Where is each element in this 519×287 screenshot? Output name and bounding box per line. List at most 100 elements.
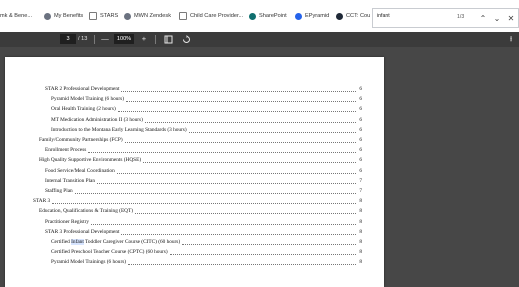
find-close-button[interactable]: ✕ — [505, 12, 517, 24]
find-match-count: 1/3 — [457, 14, 465, 20]
toc-entry-page: 8 — [359, 249, 362, 256]
close-icon: ✕ — [507, 13, 515, 23]
toc-entry-page: 7 — [359, 188, 362, 194]
toc-entry-page: 6 — [359, 116, 362, 123]
toc-dot-leader — [121, 233, 356, 235]
toc-entry-title: Internal Transition Plan — [45, 177, 96, 184]
bookmark-benefits-link[interactable]: mk & Bene... — [0, 9, 32, 23]
toc-dot-leader — [182, 244, 356, 245]
toc-dot-leader — [143, 162, 356, 164]
toc-entry-title: Introduction to the Montana Early Learni… — [51, 126, 187, 133]
toc-entry-title: High Quality Supportive Environments (HQ… — [39, 157, 142, 164]
toc-entry-title: Family/Community Partnerships (FCP) — [39, 137, 123, 143]
toc-entry[interactable]: Pyramid Model Trainings (6 hours) 8 — [5, 257, 384, 268]
star-icon — [89, 12, 97, 20]
find-bar: infant 1/3 ⌃ ⌄ ✕ — [372, 8, 519, 28]
toc-entry-page: 6 — [359, 157, 362, 164]
pdf-page: STAR 2 Professional Development 6 Pyramid … — [5, 57, 384, 287]
bookmark-label: SharePoint — [259, 13, 287, 19]
zendesk-icon — [124, 12, 131, 20]
sharepoint-icon — [249, 12, 256, 20]
toc-dot-leader — [125, 142, 356, 143]
toc-dot-leader — [97, 182, 356, 184]
toc-entry-page: 8 — [359, 228, 362, 235]
toc-entry-title: Pyramid Model Training (6 hours) — [51, 96, 124, 103]
toc-entry-title: STAR 3 — [33, 198, 51, 205]
toc-entry-page: 6 — [359, 86, 362, 92]
toc-entry-page: 6 — [359, 96, 362, 103]
toc-dot-leader — [75, 193, 356, 194]
find-next-button[interactable]: ⌄ — [491, 12, 503, 24]
zoom-out-button[interactable]: — — [100, 34, 110, 44]
toolbar-divider — [155, 35, 156, 44]
document-icon — [179, 12, 187, 20]
toc-entry-title: Certified Infant Toddler Caregiver Cours… — [51, 239, 180, 245]
toc-entry-title: Education, Qualifications & Training (EQ… — [39, 208, 134, 215]
zoom-in-button[interactable]: + — [139, 34, 149, 44]
bookmark-label: Child Care Provider... — [190, 13, 244, 19]
toc-entry-page: 8 — [359, 208, 362, 215]
toc-entry-title: Pyramid Model Trainings (6 hours) — [51, 259, 127, 266]
pyramid-icon — [295, 12, 302, 20]
globe-icon — [44, 12, 51, 20]
bookmark-label: MWN Zendesk — [134, 13, 171, 19]
toc-dot-leader — [52, 203, 356, 205]
find-previous-button[interactable]: ⌃ — [477, 12, 489, 24]
page-number-input[interactable]: 3 — [60, 34, 76, 44]
search-highlight: Infant — [71, 239, 84, 245]
bookmark-epyramid[interactable]: EPyramid — [295, 9, 329, 23]
page-total: / 13 — [78, 36, 88, 42]
download-button[interactable]: ⭳ — [506, 34, 516, 44]
chevron-up-icon: ⌃ — [479, 13, 487, 23]
toc-dot-leader — [121, 91, 356, 92]
zoom-level-input[interactable]: 100% — [114, 34, 134, 44]
bookmark-cct[interactable]: CCT: Cou — [336, 9, 370, 23]
toc-entry-title: STAR 3 Professional Development — [45, 228, 120, 235]
toc-entry-page: 6 — [359, 126, 362, 133]
bookmark-label: EPyramid — [305, 13, 330, 19]
toc-entry-page: 7 — [359, 177, 362, 184]
toc-entry-title: Certified Preschool Teacher Course (CPTC… — [51, 249, 168, 256]
toc-entry-title: STAR 2 Professional Development — [45, 86, 120, 92]
toc-dot-leader — [135, 213, 356, 215]
toc-entry-title: Oral Health Training (2 hours) — [51, 106, 116, 113]
fit-page-icon — [164, 35, 172, 43]
bookmark-child-care-provider[interactable]: Child Care Provider... — [179, 9, 243, 23]
cct-icon — [336, 12, 343, 20]
toc-entry-title: Enrollment Process — [45, 147, 87, 154]
toc-entry-title: Food Service/Meal Coordination — [45, 167, 115, 174]
bookmark-sharepoint[interactable]: SharePoint — [249, 9, 287, 23]
toc-entry-page: 6 — [359, 147, 362, 154]
bookmark-label: mk & Bene... — [0, 13, 33, 19]
toc-dot-leader — [145, 121, 356, 123]
chevron-down-icon: ⌄ — [493, 13, 501, 23]
toc-entry-page: 8 — [359, 218, 362, 225]
toc-dot-leader — [117, 172, 356, 174]
toc-entry-page: 6 — [359, 106, 362, 113]
toc-dot-leader — [189, 131, 356, 133]
toc-entry-title: Practitioner Registry — [45, 218, 89, 225]
bookmark-stars[interactable]: STARS — [89, 9, 118, 23]
bookmark-label: My Benefits — [54, 13, 84, 19]
rotate-icon — [182, 34, 190, 43]
pdf-toolbar: 3 / 13 — 100% + ⭳ — [0, 32, 519, 47]
fit-page-button[interactable] — [162, 34, 174, 44]
bookmark-mwn-zendesk[interactable]: MWN Zendesk — [124, 9, 171, 23]
toc-entry-page: 6 — [359, 137, 362, 143]
toolbar-divider — [94, 35, 95, 44]
toc-dot-leader — [88, 152, 356, 154]
bookmark-my-benefits[interactable]: My Benefits — [44, 9, 83, 23]
toc-dot-leader — [170, 254, 356, 256]
rotate-button[interactable] — [180, 34, 192, 44]
toc-entry-text: Toddler Caregiver Course (CITC) (60 hour… — [83, 239, 181, 245]
toc-entry-page: 8 — [359, 259, 362, 266]
toc-entry-text: Certified — [51, 239, 72, 245]
toc-entry-page: 6 — [359, 167, 362, 174]
find-input[interactable]: infant — [377, 13, 455, 23]
bookmark-label: CCT: Cou — [346, 13, 371, 19]
toc-entry-page: 8 — [359, 239, 362, 245]
toc-entry-title: Staffing Plan — [45, 188, 73, 194]
download-icon: ⭳ — [509, 34, 513, 43]
toc-dot-leader — [118, 111, 356, 113]
toc-dot-leader — [91, 223, 356, 225]
